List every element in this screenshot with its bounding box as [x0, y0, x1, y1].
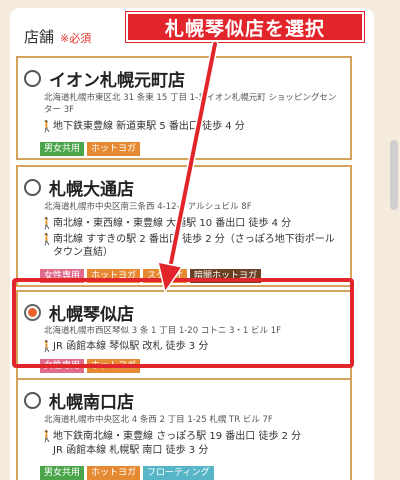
- walking-person-icon: 🚶: [40, 340, 54, 353]
- required-mark: ※必須: [60, 32, 92, 45]
- store-name: イオン札幌元町店: [49, 71, 185, 91]
- store-option-kotoni[interactable]: 札幌琴似店 北海道札幌市西区琴似 3 条 1 丁目 1-20 コトニ 3・1 ビ…: [16, 290, 352, 380]
- section-label: 店舗: [24, 28, 55, 46]
- radio-button[interactable]: [24, 392, 41, 409]
- tag-dark-hot-yoga: 暗闇ホットヨガ: [190, 269, 262, 283]
- store-option-aeon-motomachi[interactable]: イオン札幌元町店 北海道札幌市東区北 31 条東 15 丁目 1-1 イオン札幌…: [16, 56, 352, 160]
- store-access: 🚶 南北線 すすきの駅 2 番出口 徒歩 2 分（さっぽろ地下街ポールタウン直結…: [40, 233, 335, 258]
- tag-hot-yoga: ホットヨガ: [87, 466, 141, 480]
- store-tags: 男女共用 ホットヨガ フローティング: [40, 466, 214, 480]
- store-name: 札幌琴似店: [49, 305, 134, 325]
- tag-women-only: 女性専用: [40, 269, 85, 283]
- walking-person-icon: 🚶: [40, 217, 54, 230]
- walking-person-icon: 🚶: [40, 233, 54, 246]
- radio-button[interactable]: [24, 179, 41, 196]
- store-option-odori[interactable]: 札幌大通店 北海道札幌市中央区南三条西 4-12-1 アルシュビル 8F 🚶 南…: [16, 165, 352, 287]
- tag-unisex: 男女共用: [40, 466, 85, 480]
- tag-unisex: 男女共用: [40, 142, 85, 156]
- tag-hot-yoga: ホットヨガ: [87, 269, 141, 283]
- store-tags: 女性専用 ホットヨガ スタジオ 暗闇ホットヨガ: [40, 269, 262, 283]
- store-access: 🚶 南北線・東西線・東豊線 大通駅 10 番出口 徒歩 4 分: [40, 217, 292, 230]
- store-access: 🚶 JR 函館本線 札幌駅 南口 徒歩 3 分: [53, 445, 209, 456]
- store-option-minamiguchi[interactable]: 札幌南口店 北海道札幌市中央区北 4 条西 2 丁目 1-25 札幌 TR ビル…: [16, 378, 352, 480]
- store-select-panel: 店舗 ※必須 イオン札幌元町店 北海道札幌市東区北 31 条東 15 丁目 1-…: [10, 8, 374, 480]
- walking-person-icon: 🚶: [40, 120, 54, 133]
- scrollbar-thumb[interactable]: [390, 140, 398, 210]
- section-header: 店舗 ※必須: [24, 26, 91, 47]
- store-name: 札幌大通店: [49, 180, 134, 200]
- scrollbar-track[interactable]: [388, 0, 400, 480]
- tag-hot-yoga: ホットヨガ: [87, 359, 141, 373]
- instruction-callout: 札幌琴似店を選択: [126, 12, 364, 42]
- store-access: 🚶 地下鉄南北線・東豊線 さっぽろ駅 19 番出口 徒歩 2 分: [40, 430, 302, 443]
- tag-floating: フローティング: [143, 466, 214, 480]
- tag-women-only: 女性専用: [40, 359, 85, 373]
- store-address: 北海道札幌市西区琴似 3 条 1 丁目 1-20 コトニ 3・1 ビル 1F: [44, 326, 282, 336]
- tag-hot-yoga: ホットヨガ: [87, 142, 141, 156]
- tag-studio: スタジオ: [143, 269, 188, 283]
- radio-button-checked[interactable]: [24, 304, 41, 321]
- store-name: 札幌南口店: [49, 393, 134, 413]
- store-tags: 女性専用 ホットヨガ: [40, 359, 141, 373]
- store-access: 🚶 JR 函館本線 琴似駅 改札 徒歩 3 分: [40, 340, 209, 353]
- store-access: 🚶 地下鉄東豊線 新道東駅 5 番出口 徒歩 4 分: [40, 120, 245, 133]
- store-tags: 男女共用 ホットヨガ: [40, 142, 141, 156]
- radio-button[interactable]: [24, 70, 41, 87]
- walking-person-icon: 🚶: [40, 430, 54, 443]
- store-address: 北海道札幌市中央区北 4 条西 2 丁目 1-25 札幌 TR ビル 7F: [44, 415, 273, 425]
- store-address: 北海道札幌市東区北 31 条東 15 丁目 1-1 イオン札幌元町 ショッピング…: [44, 93, 337, 115]
- store-address: 北海道札幌市中央区南三条西 4-12-1 アルシュビル 8F: [44, 202, 252, 212]
